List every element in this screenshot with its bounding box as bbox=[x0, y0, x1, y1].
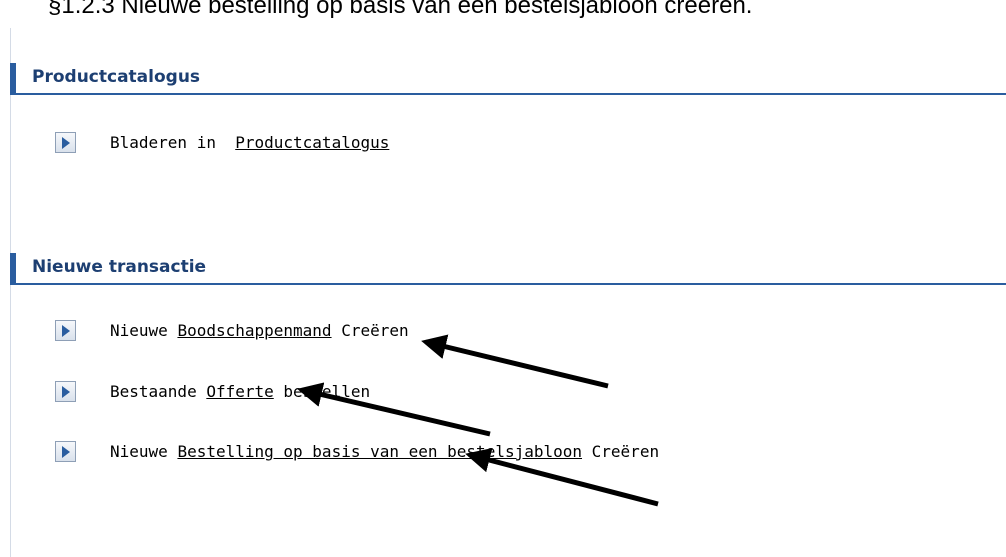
section-title: Productcatalogus bbox=[32, 67, 201, 87]
section-marker bbox=[10, 253, 16, 283]
boodschappenmand-link[interactable]: Boodschappenmand bbox=[177, 321, 331, 340]
play-arrow-icon[interactable] bbox=[55, 441, 76, 462]
section-header-productcatalogus: Productcatalogus bbox=[10, 63, 1006, 95]
left-border bbox=[10, 28, 11, 557]
arrow-to-bestelsjabloon bbox=[465, 447, 659, 507]
list-item-text: Bladeren in Productcatalogus bbox=[110, 133, 390, 152]
productcatalogus-link[interactable]: Productcatalogus bbox=[235, 133, 389, 152]
section-title: Nieuwe transactie bbox=[32, 257, 207, 277]
play-arrow-icon[interactable] bbox=[55, 320, 76, 341]
bestelling-bestelsjabloon-link[interactable]: Bestelling op basis van een bestelsjablo… bbox=[177, 442, 582, 461]
section-header-nieuwe-transactie: Nieuwe transactie bbox=[10, 253, 1006, 285]
list-item-text: Nieuwe Bestelling op basis van een beste… bbox=[110, 442, 660, 461]
arrow-to-boodschappenmand bbox=[421, 334, 609, 389]
list-item-text: Nieuwe Boodschappenmand Creëren bbox=[110, 321, 409, 340]
play-arrow-icon[interactable] bbox=[55, 381, 76, 402]
section-marker bbox=[10, 63, 16, 93]
offerte-link[interactable]: Offerte bbox=[206, 382, 273, 401]
play-arrow-icon[interactable] bbox=[55, 132, 76, 153]
document-heading: §1.2.3 Nieuwe bestelling op basis van ee… bbox=[48, 0, 753, 19]
list-item-text: Bestaande Offerte bestellen bbox=[110, 382, 371, 401]
